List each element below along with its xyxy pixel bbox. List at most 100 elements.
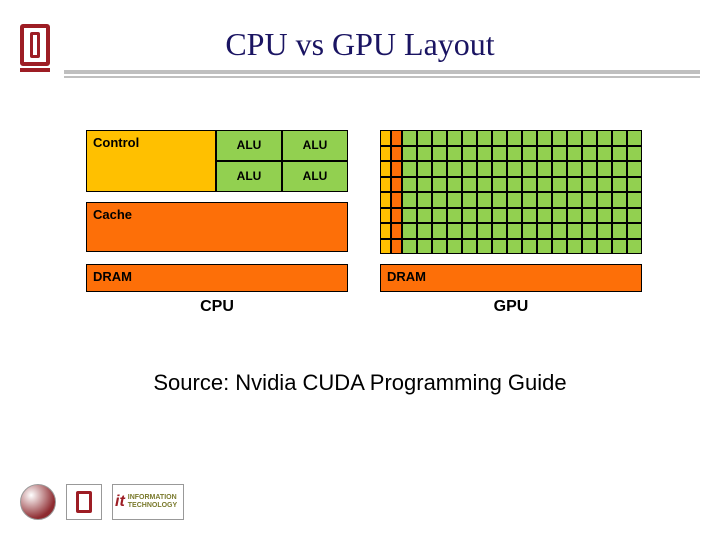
gpu-alu-cell xyxy=(582,177,597,193)
gpu-cache-col-icon xyxy=(391,208,402,224)
gpu-row xyxy=(380,192,642,208)
gpu-alu-strip xyxy=(402,239,642,255)
gpu-alu-strip xyxy=(402,161,642,177)
gpu-alu-cell xyxy=(597,146,612,162)
gpu-alu-cell xyxy=(447,223,462,239)
gpu-alu-cell xyxy=(522,208,537,224)
gpu-alu-cell xyxy=(612,192,627,208)
gpu-alu-cell xyxy=(432,223,447,239)
gpu-control-col-icon xyxy=(380,161,391,177)
gpu-alu-cell xyxy=(462,146,477,162)
gpu-alu-cell xyxy=(402,208,417,224)
cpu-alu-block: ALU xyxy=(216,161,282,192)
gpu-alu-cell xyxy=(522,223,537,239)
gpu-alu-cell xyxy=(597,130,612,146)
gpu-alu-cell xyxy=(552,130,567,146)
gpu-cache-col-icon xyxy=(391,130,402,146)
gpu-alu-cell xyxy=(552,223,567,239)
gpu-control-col-icon xyxy=(380,239,391,255)
gpu-alu-cell xyxy=(567,146,582,162)
gpu-cache-col-icon xyxy=(391,177,402,193)
gpu-alu-cell xyxy=(417,130,432,146)
gpu-alu-cell xyxy=(492,146,507,162)
gpu-alu-cell xyxy=(567,177,582,193)
gpu-alu-cell xyxy=(522,239,537,255)
gpu-alu-strip xyxy=(402,192,642,208)
gpu-row xyxy=(380,208,642,224)
gpu-alu-cell xyxy=(417,192,432,208)
gpu-alu-cell xyxy=(477,161,492,177)
it-logo-text: INFORMATION TECHNOLOGY xyxy=(128,494,181,509)
gpu-alu-cell xyxy=(582,146,597,162)
gpu-alu-cell xyxy=(432,192,447,208)
cpu-alu-block: ALU xyxy=(216,130,282,161)
gpu-alu-strip xyxy=(402,130,642,146)
gpu-alu-cell xyxy=(627,146,642,162)
slide-title: CPU vs GPU Layout xyxy=(20,26,700,63)
gpu-control-col-icon xyxy=(380,146,391,162)
gpu-alu-cell xyxy=(552,192,567,208)
slide-header: CPU vs GPU Layout xyxy=(20,24,700,78)
it-logo-icon: it INFORMATION TECHNOLOGY xyxy=(112,484,184,520)
gpu-alu-cell xyxy=(537,239,552,255)
gpu-control-col-icon xyxy=(380,192,391,208)
gpu-alu-cell xyxy=(447,161,462,177)
gpu-alu-cell xyxy=(447,239,462,255)
gpu-alu-cell xyxy=(627,192,642,208)
gpu-alu-cell xyxy=(507,208,522,224)
gpu-control-col-icon xyxy=(380,177,391,193)
gpu-alu-cell xyxy=(432,208,447,224)
gpu-alu-cell xyxy=(417,146,432,162)
gpu-alu-cell xyxy=(432,130,447,146)
gpu-label: GPU xyxy=(380,298,642,316)
gpu-alu-cell xyxy=(567,208,582,224)
gpu-alu-cell xyxy=(462,177,477,193)
title-underline xyxy=(64,70,700,74)
gpu-alu-cell xyxy=(507,161,522,177)
gpu-alu-cell xyxy=(402,223,417,239)
gpu-alu-cell xyxy=(432,239,447,255)
gpu-alu-cell xyxy=(537,161,552,177)
gpu-alu-cell xyxy=(447,208,462,224)
gpu-alu-cell xyxy=(402,161,417,177)
footer-logos: it INFORMATION TECHNOLOGY xyxy=(20,484,184,520)
gpu-row xyxy=(380,161,642,177)
gpu-alu-cell xyxy=(582,223,597,239)
gpu-alu-cell xyxy=(597,208,612,224)
gpu-alu-cell xyxy=(597,192,612,208)
gpu-alu-cell xyxy=(612,146,627,162)
gpu-alu-cell xyxy=(582,130,597,146)
cpu-vs-gpu-diagram: Control ALU ALU ALU ALU Cache DRAM CPU xyxy=(86,130,642,350)
gpu-alu-cell xyxy=(402,130,417,146)
gpu-cache-col-icon xyxy=(391,146,402,162)
gpu-alu-cell xyxy=(627,223,642,239)
gpu-alu-cell xyxy=(537,223,552,239)
gpu-alu-cell xyxy=(522,130,537,146)
gpu-alu-cell xyxy=(597,239,612,255)
gpu-alu-cell xyxy=(612,223,627,239)
gpu-alu-cell xyxy=(492,161,507,177)
cpu-cache-block: Cache xyxy=(86,202,348,252)
gpu-alu-cell xyxy=(447,192,462,208)
gpu-row xyxy=(380,146,642,162)
gpu-row xyxy=(380,223,642,239)
gpu-alu-cell xyxy=(537,177,552,193)
gpu-alu-cell xyxy=(552,161,567,177)
gpu-dram-block: DRAM xyxy=(380,264,642,292)
gpu-alu-cell xyxy=(432,146,447,162)
gpu-alu-cell xyxy=(417,177,432,193)
gpu-alu-cell xyxy=(522,177,537,193)
gpu-alu-cell xyxy=(627,208,642,224)
gpu-alu-cell xyxy=(627,239,642,255)
cpu-dram-block: DRAM xyxy=(86,264,348,292)
gpu-alu-strip xyxy=(402,208,642,224)
gpu-alu-cell xyxy=(477,192,492,208)
gpu-cache-col-icon xyxy=(391,192,402,208)
gpu-alu-cell xyxy=(417,161,432,177)
gpu-alu-cell xyxy=(507,130,522,146)
gpu-alu-cell xyxy=(507,192,522,208)
gpu-alu-cell xyxy=(627,161,642,177)
gpu-alu-cell xyxy=(492,192,507,208)
gpu-control-col-icon xyxy=(380,208,391,224)
cpu-label: CPU xyxy=(86,298,348,316)
